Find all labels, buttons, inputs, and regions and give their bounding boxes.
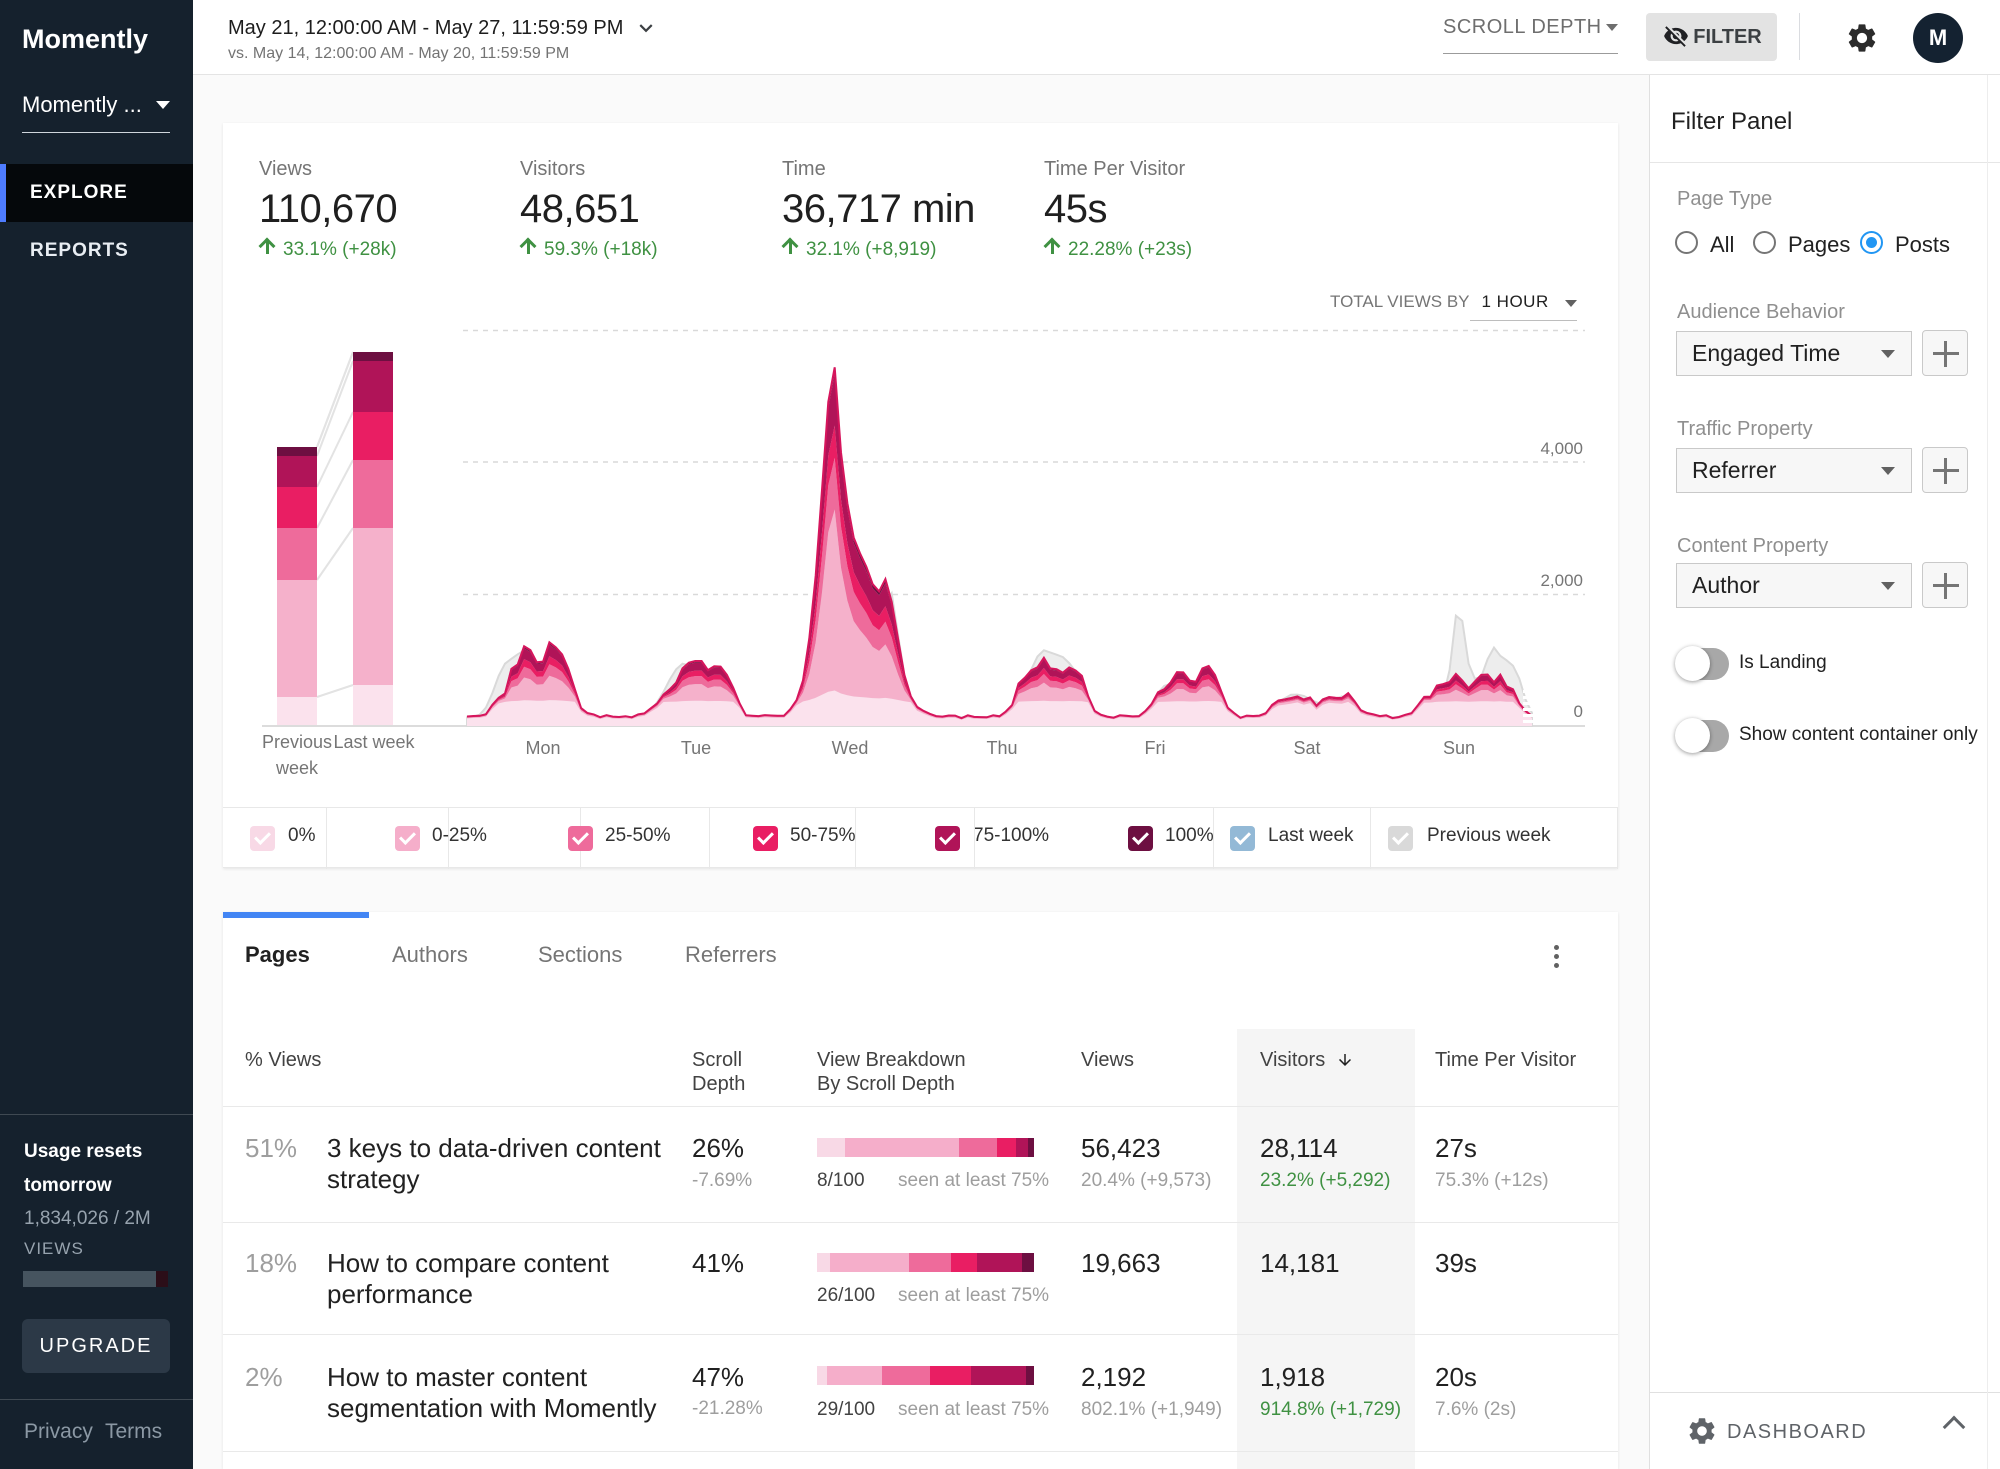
svg-text:week: week [275,758,319,778]
svg-text:Sun: Sun [1443,738,1475,758]
svg-text:2,000: 2,000 [1540,571,1583,590]
svg-text:Wed: Wed [832,738,869,758]
svg-text:Sat: Sat [1293,738,1320,758]
svg-text:Tue: Tue [681,738,711,758]
svg-text:0: 0 [1574,702,1583,721]
svg-text:Thu: Thu [986,738,1017,758]
svg-text:Fri: Fri [1145,738,1166,758]
svg-text:Last week: Last week [333,732,415,752]
svg-text:4,000: 4,000 [1540,439,1583,458]
svg-text:Mon: Mon [525,738,560,758]
svg-text:Previous: Previous [262,732,332,752]
